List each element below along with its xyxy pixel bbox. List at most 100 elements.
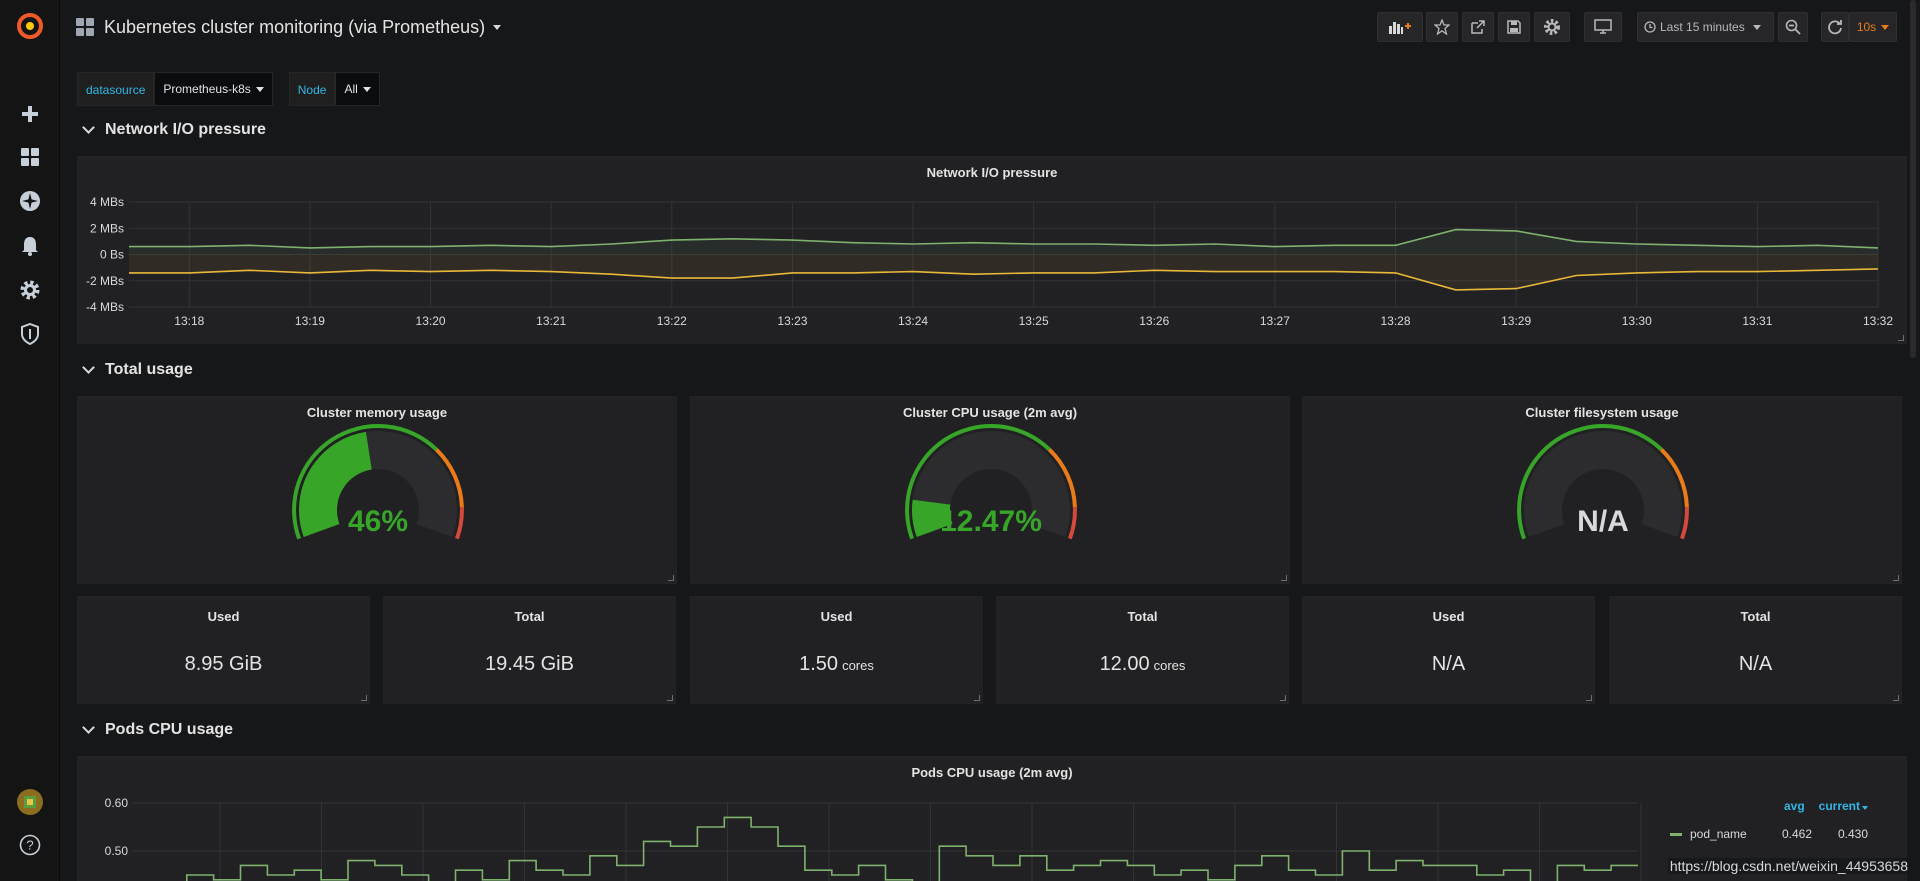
panel-resize-handle[interactable] [1898, 335, 1904, 341]
x-tick-label: 13:18 [174, 314, 204, 328]
time-range-picker[interactable]: Last 15 minutes [1637, 12, 1774, 42]
row-title: Total usage [105, 361, 193, 378]
panel-cpu-total[interactable]: Total 12.00 cores [996, 596, 1289, 704]
graph-legend: avg current pod_name 0.462 0.430 [1658, 799, 1868, 841]
series-line [186, 816, 1638, 881]
legend-current-label: current [1818, 799, 1860, 813]
grafana-logo-icon[interactable] [0, 6, 60, 46]
panel-pods-cpu-usage[interactable]: Pods CPU usage (2m avg) 0.60 0.50 avg cur… [77, 756, 1907, 881]
chevron-down-icon [255, 86, 264, 92]
share-icon [1471, 20, 1485, 34]
cpu-gauge: 12.47% [905, 424, 1077, 540]
panel-cluster-filesystem-usage[interactable]: Cluster filesystem usage N/A [1302, 396, 1902, 584]
dashboard-settings-button[interactable] [1534, 12, 1570, 42]
legend-sort-avg[interactable]: avg [1784, 799, 1805, 813]
stat-number: N/A [1738, 653, 1773, 675]
panel-resize-handle[interactable] [361, 695, 367, 701]
panel-resize-handle[interactable] [668, 575, 674, 581]
dashboards-icon[interactable] [0, 137, 60, 177]
save-dashboard-button[interactable] [1498, 12, 1530, 42]
stat-value: 19.45 GiB [384, 653, 675, 676]
help-icon[interactable]: ? [0, 825, 60, 865]
y-tick-label: 0 Bs [100, 248, 124, 262]
monitor-icon [1594, 19, 1612, 34]
dashboard-grid-icon [76, 18, 94, 36]
x-tick-label: 13:23 [777, 314, 807, 328]
variable-select-datasource[interactable]: Prometheus-k8s [154, 72, 273, 106]
refresh-interval-picker[interactable]: 10s [1849, 12, 1897, 42]
x-tick-label: 13:19 [295, 314, 325, 328]
zoom-out-button[interactable] [1778, 12, 1808, 42]
chevron-down-icon [82, 361, 95, 374]
pods-cpu-graph: 0.60 0.50 [105, 796, 1642, 881]
legend-sort-current[interactable]: current [1819, 799, 1868, 813]
x-tick-label: 13:22 [657, 314, 687, 328]
panel-resize-handle[interactable] [974, 695, 980, 701]
refresh-icon [1828, 20, 1842, 35]
panel-resize-handle[interactable] [1893, 575, 1899, 581]
row-title: Pods CPU usage [105, 721, 234, 738]
panel-filesystem-total[interactable]: Total N/A [1609, 596, 1902, 704]
variable-value: All [344, 82, 358, 96]
server-admin-shield-icon[interactable] [0, 314, 60, 354]
share-dashboard-button[interactable] [1462, 12, 1494, 42]
stat-title: Used [820, 609, 853, 624]
stat-unit: cores [1153, 658, 1186, 673]
stat-value: 1.50 cores [691, 653, 982, 676]
panel-memory-used[interactable]: Used 8.95 GiB [77, 596, 370, 704]
panel-memory-total[interactable]: Total 19.45 GiB [383, 596, 676, 704]
stat-value: 12.00 cores [997, 653, 1288, 676]
panel-resize-handle[interactable] [1893, 695, 1899, 701]
chevron-down-icon [1881, 24, 1890, 30]
top-navbar: Kubernetes cluster monitoring (via Prome… [60, 0, 1920, 54]
alerting-bell-icon[interactable] [0, 226, 60, 266]
configuration-gear-icon[interactable] [0, 270, 60, 310]
cycle-view-mode-button[interactable] [1584, 12, 1622, 42]
stat-title: Total [514, 609, 545, 624]
panel-resize-handle[interactable] [1281, 575, 1287, 581]
x-tick-label: 13:20 [416, 314, 446, 328]
y-tick-label: 0.50 [105, 844, 129, 858]
gauge-value-text: 46% [348, 505, 408, 538]
legend-series-swatch [1670, 832, 1682, 836]
panel-resize-handle[interactable] [1280, 695, 1286, 701]
stat-title: Used [207, 609, 240, 624]
panel-resize-handle[interactable] [1586, 695, 1592, 701]
gauge-value-text: 12.47% [940, 505, 1042, 538]
panel-cluster-memory-usage[interactable]: Cluster memory usage 46% [77, 396, 677, 584]
gauge-threshold-crit [1680, 507, 1689, 540]
refresh-button[interactable] [1821, 12, 1849, 42]
row-header-total-usage[interactable]: Total usage [82, 359, 193, 381]
zoom-out-icon [1785, 19, 1801, 35]
variable-label-node: Node [288, 72, 336, 106]
chevron-down-icon [82, 121, 95, 134]
gauge-threshold-crit [1068, 507, 1077, 540]
variable-select-node[interactable]: All [335, 72, 380, 106]
chevron-down-icon [493, 24, 502, 30]
panel-network-io[interactable]: Network I/O pressure 4 MBs 2 MBs 0 Bs -2 MB… [77, 156, 1907, 344]
panel-filesystem-used[interactable]: Used N/A [1302, 596, 1595, 704]
dashboard-title: Kubernetes cluster monitoring (via Prome… [104, 16, 486, 37]
user-avatar[interactable] [0, 782, 60, 822]
star-dashboard-button[interactable] [1426, 12, 1458, 42]
panel-resize-handle[interactable] [667, 695, 673, 701]
row-header-network[interactable]: Network I/O pressure [82, 119, 266, 141]
dashboard-title-picker[interactable]: Kubernetes cluster monitoring (via Prome… [76, 14, 502, 40]
plus-icon[interactable] [0, 94, 60, 134]
series-area [129, 254, 1878, 290]
legend-series-row[interactable]: pod_name 0.462 0.430 [1658, 827, 1868, 841]
add-panel-icon [1389, 22, 1411, 34]
y-tick-label: 4 MBs [90, 195, 124, 209]
explore-compass-icon[interactable] [0, 181, 60, 221]
row-header-pods-cpu[interactable]: Pods CPU usage [82, 719, 234, 741]
panel-cpu-used[interactable]: Used 1.50 cores [690, 596, 983, 704]
sort-desc-icon [1862, 806, 1868, 810]
refresh-interval-label: 10s [1856, 20, 1877, 34]
stat-value: N/A [1610, 653, 1901, 676]
stat-value: N/A [1303, 653, 1594, 676]
add-panel-button[interactable] [1377, 12, 1423, 42]
clock-icon [1644, 21, 1656, 33]
panel-cluster-cpu-usage[interactable]: Cluster CPU usage (2m avg) 12.47% [690, 396, 1290, 584]
legend-series-avg: 0.462 [1781, 827, 1812, 841]
scrollbar[interactable] [1910, 0, 1916, 358]
